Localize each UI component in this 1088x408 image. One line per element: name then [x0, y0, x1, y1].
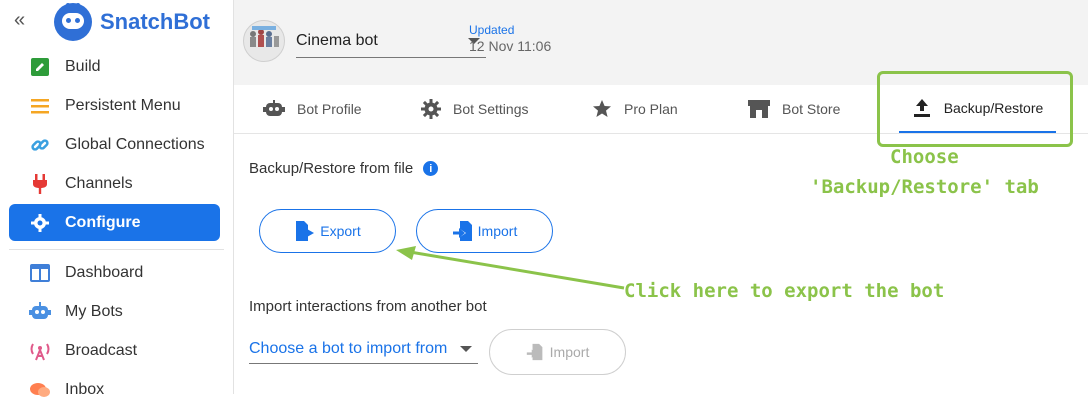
- bot-selector[interactable]: Cinema bot: [296, 25, 486, 58]
- sidebar-item-label: Build: [65, 57, 101, 75]
- dashboard-icon: [29, 262, 51, 284]
- gear-icon: [29, 212, 51, 234]
- import-label: Import: [477, 223, 518, 239]
- sidebar-item-label: Dashboard: [65, 263, 144, 281]
- sidebar-item-build[interactable]: Build: [9, 48, 220, 85]
- import-interactions-title: Import interactions from another bot: [249, 298, 487, 315]
- tab-pro-plan[interactable]: Pro Plan: [592, 85, 678, 132]
- menu-icon: [29, 95, 51, 117]
- export-button[interactable]: Export: [259, 209, 396, 253]
- updated-label: Updated: [469, 23, 515, 37]
- sidebar-item-label: My Bots: [65, 302, 123, 320]
- sidebar-item-label: Configure: [65, 213, 141, 231]
- sidebar-item-my-bots[interactable]: My Bots: [9, 293, 220, 330]
- annotation-highlight-box: [877, 71, 1073, 147]
- file-import-icon: [452, 221, 474, 241]
- bot-avatar: [243, 20, 285, 62]
- plug-icon: [29, 173, 51, 195]
- import-interactions-button[interactable]: Import: [489, 329, 626, 375]
- broadcast-icon: [29, 340, 51, 362]
- link-icon: [29, 134, 51, 156]
- sidebar-item-label: Global Connections: [65, 135, 205, 153]
- sidebar-item-label: Broadcast: [65, 341, 138, 359]
- choose-bot-select[interactable]: Choose a bot to import from: [249, 335, 478, 364]
- chevron-down-icon: [460, 346, 472, 352]
- annotation-arrow: [396, 246, 625, 290]
- snatchbot-logo: [54, 3, 92, 41]
- sidebar-item-label: Channels: [65, 174, 133, 192]
- sidebar-item-label: Persistent Menu: [65, 96, 181, 114]
- tab-bot-store[interactable]: Bot Store: [748, 85, 840, 132]
- brand-name: SnatchBot: [100, 9, 210, 34]
- choose-bot-placeholder: Choose a bot to import from: [249, 340, 448, 357]
- info-icon[interactable]: i: [423, 161, 439, 176]
- sidebar-item-global-connections[interactable]: Global Connections: [9, 126, 220, 163]
- backup-restore-title: Backup/Restore from file i: [249, 160, 439, 177]
- robot-icon: [263, 99, 285, 118]
- sidebar-item-channels[interactable]: Channels: [9, 165, 220, 202]
- export-label: Export: [320, 223, 361, 239]
- tab-label: Bot Profile: [297, 100, 362, 117]
- sidebar-item-broadcast[interactable]: Broadcast: [9, 332, 220, 369]
- sidebar-item-dashboard[interactable]: Dashboard: [9, 254, 220, 291]
- sidebar-item-label: Inbox: [65, 380, 105, 398]
- annotation-choose: Choose: [890, 146, 959, 168]
- brand[interactable]: SnatchBot: [54, 2, 210, 42]
- tab-bot-settings[interactable]: Bot Settings: [421, 85, 529, 132]
- edit-icon: [29, 56, 51, 78]
- gear-icon: [421, 98, 441, 119]
- collapse-sidebar-icon[interactable]: «: [14, 9, 25, 32]
- sidebar-item-inbox[interactable]: Inbox: [9, 371, 220, 408]
- bot-name: Cinema bot: [296, 32, 378, 49]
- star-icon: [592, 99, 612, 119]
- file-export-icon: [294, 221, 316, 241]
- sidebar-divider: [9, 249, 224, 250]
- tab-label: Bot Settings: [453, 100, 529, 117]
- sidebar: « SnatchBot Build Persistent Menu Global…: [0, 0, 234, 398]
- sidebar-item-configure[interactable]: Configure: [9, 204, 220, 241]
- annotation-export-hint: Click here to export the bot: [624, 280, 945, 302]
- chat-icon: [29, 379, 51, 401]
- sidebar-item-persistent-menu[interactable]: Persistent Menu: [9, 87, 220, 124]
- tab-bot-profile[interactable]: Bot Profile: [263, 85, 362, 132]
- annotation-backup-tab: 'Backup/Restore' tab: [810, 176, 1039, 198]
- backup-restore-title-text: Backup/Restore from file: [249, 160, 414, 177]
- store-icon: [748, 99, 770, 118]
- robot-icon: [29, 301, 51, 323]
- updated-date: 12 Nov 11:06: [469, 38, 552, 54]
- tab-label: Bot Store: [782, 100, 841, 117]
- import-disabled-label: Import: [549, 344, 590, 360]
- tab-label: Pro Plan: [624, 100, 678, 117]
- file-import-icon: [526, 343, 544, 361]
